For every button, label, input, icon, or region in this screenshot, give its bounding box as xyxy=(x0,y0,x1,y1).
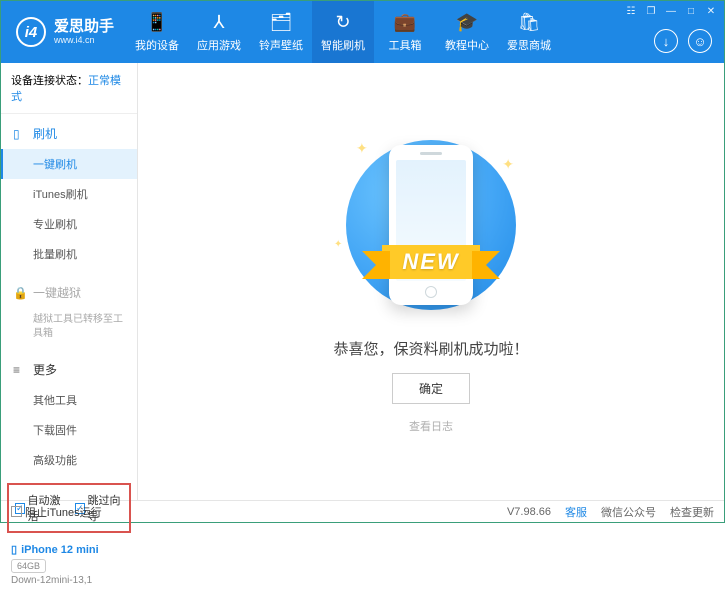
nav-item[interactable]: 🛍 爱思商城 xyxy=(498,1,560,63)
phone-icon: ▯ xyxy=(13,127,27,141)
nav-icon: 💼 xyxy=(394,12,416,33)
wechat-link[interactable]: 微信公众号 xyxy=(601,504,656,520)
sidebar-item[interactable]: 其他工具 xyxy=(1,385,137,415)
nav-label: 铃声壁纸 xyxy=(259,37,303,53)
nav-item[interactable]: 🗂 铃声壁纸 xyxy=(250,1,312,63)
success-message: 恭喜您，保资料刷机成功啦！ xyxy=(333,338,528,359)
lock-icon: 🔒 xyxy=(13,286,27,300)
sidebar-item[interactable]: 批量刷机 xyxy=(1,239,137,269)
main-content: ✦ ✦ ✦ NEW 恭喜您，保资料刷机成功啦！ 确定 查看日志 xyxy=(138,63,724,500)
version-label: V7.98.66 xyxy=(507,506,551,518)
update-link[interactable]: 检查更新 xyxy=(670,504,714,520)
restore-button[interactable]: ❐ xyxy=(644,5,658,17)
sidebar-header-label: 一键越狱 xyxy=(33,284,81,301)
maximize-button[interactable]: □ xyxy=(684,5,698,17)
logo-area: i4 爱思助手 www.i4.cn xyxy=(1,17,126,47)
logo-icon: i4 xyxy=(16,17,46,47)
device-storage: 64GB xyxy=(11,559,46,573)
service-link[interactable]: 客服 xyxy=(565,504,587,520)
ribbon-text: NEW xyxy=(382,245,479,279)
nav-item[interactable]: 📱 我的设备 xyxy=(126,1,188,63)
nav-icon: ↻ xyxy=(335,12,350,33)
checkbox-icon: ✓ xyxy=(11,506,22,517)
nav-item[interactable]: 🎓 教程中心 xyxy=(436,1,498,63)
block-itunes-checkbox[interactable]: ✓ 阻止iTunes运行 xyxy=(11,504,102,520)
sidebar-header-more[interactable]: ≡ 更多 xyxy=(1,354,137,385)
sidebar-header-jailbreak[interactable]: 🔒 一键越狱 xyxy=(1,277,137,308)
skin-button[interactable]: ☷ xyxy=(624,5,638,17)
minimize-button[interactable]: — xyxy=(664,5,678,17)
sidebar-item[interactable]: 下载固件 xyxy=(1,415,137,445)
sidebar-item[interactable]: 一键刷机 xyxy=(1,149,137,179)
device-info[interactable]: ▯ iPhone 12 mini 64GB Down-12mini-13,1 xyxy=(1,537,137,594)
nav-item[interactable]: ↻ 智能刷机 xyxy=(312,1,374,63)
nav-icon: 🗂 xyxy=(270,12,293,33)
sidebar-header-label: 更多 xyxy=(33,361,57,378)
menu-icon: ≡ xyxy=(13,363,27,377)
nav-item[interactable]: 💼 工具箱 xyxy=(374,1,436,63)
sidebar-header-label: 刷机 xyxy=(33,125,57,142)
connection-status: 设备连接状态：正常模式 xyxy=(1,63,137,114)
sidebar-header-flash[interactable]: ▯ 刷机 xyxy=(1,118,137,149)
download-button[interactable]: ↓ xyxy=(654,29,678,53)
view-log-link[interactable]: 查看日志 xyxy=(409,418,453,434)
sidebar: 设备连接状态：正常模式 ▯ 刷机 一键刷机iTunes刷机专业刷机批量刷机 🔒 … xyxy=(1,63,138,500)
nav-label: 应用游戏 xyxy=(197,37,241,53)
sidebar-item[interactable]: 高级功能 xyxy=(1,445,137,475)
nav-label: 爱思商城 xyxy=(507,37,551,53)
device-name: iPhone 12 mini xyxy=(21,544,99,556)
device-sub: Down-12mini-13,1 xyxy=(11,575,127,586)
main-nav: 📱 我的设备 ⅄ 应用游戏 🗂 铃声壁纸 ↻ 智能刷机 💼 工具箱 🎓 教程中心 🛍 爱思商城 xyxy=(126,1,560,63)
sidebar-item[interactable]: iTunes刷机 xyxy=(1,179,137,209)
success-illustration: ✦ ✦ ✦ NEW xyxy=(326,130,536,320)
phone-icon: ▯ xyxy=(11,543,17,556)
ok-button[interactable]: 确定 xyxy=(392,373,470,404)
close-button[interactable]: ✕ xyxy=(704,5,718,17)
nav-icon: 🎓 xyxy=(456,12,478,33)
nav-item[interactable]: ⅄ 应用游戏 xyxy=(188,1,250,63)
nav-label: 工具箱 xyxy=(389,37,422,53)
user-button[interactable]: ☺ xyxy=(688,29,712,53)
app-header: i4 爱思助手 www.i4.cn 📱 我的设备 ⅄ 应用游戏 🗂 铃声壁纸 ↻ 智能刷机 💼 工… xyxy=(1,1,724,63)
nav-icon: 📱 xyxy=(146,12,168,33)
nav-label: 教程中心 xyxy=(445,37,489,53)
app-title: 爱思助手 xyxy=(54,19,114,36)
sidebar-item[interactable]: 专业刷机 xyxy=(1,209,137,239)
window-controls: ☷ ❐ — □ ✕ xyxy=(624,5,718,17)
nav-icon: ⅄ xyxy=(214,12,225,33)
jailbreak-note: 越狱工具已转移至工具箱 xyxy=(1,308,137,346)
app-url: www.i4.cn xyxy=(54,35,114,45)
nav-label: 我的设备 xyxy=(135,37,179,53)
nav-label: 智能刷机 xyxy=(321,37,365,53)
nav-icon: 🛍 xyxy=(518,12,541,33)
